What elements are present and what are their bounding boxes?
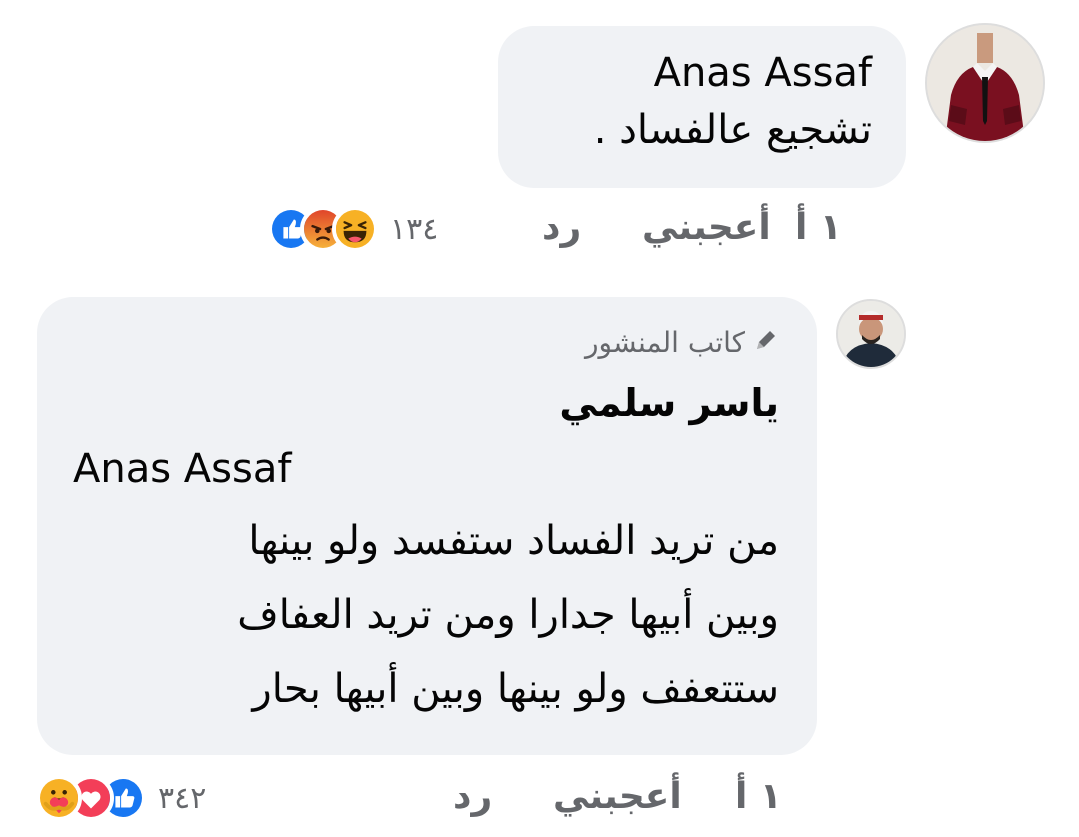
comment-line: وبين أبيها جدارا ومن تريد العفاف [237, 592, 779, 638]
comment-text: تشجيع عالفساد . [593, 107, 872, 153]
comment-author[interactable]: ياسر سلمي [73, 374, 779, 432]
comment-text: من تريد الفساد ستفسد ولو بينها وبين أبيه… [73, 504, 779, 726]
avatar-anas-assaf[interactable] [925, 23, 1045, 143]
comment-line: من تريد الفساد ستفسد ولو بينها [248, 518, 779, 564]
author-badge: كاتب المنشور [73, 323, 779, 364]
avatar-image [838, 301, 904, 367]
care-icon [36, 775, 82, 821]
avatar-yasser-salmi[interactable] [836, 299, 906, 369]
pencil-icon [753, 324, 779, 364]
haha-icon [332, 206, 378, 252]
mention-link[interactable]: Anas Assaf [73, 438, 779, 500]
like-button[interactable]: أعجبني [642, 207, 771, 248]
reply-button[interactable]: رد [453, 776, 492, 817]
reactions-summary[interactable]: ١٣٤ [268, 206, 438, 252]
avatar-image [927, 25, 1043, 141]
reaction-count: ٣٤٢ [158, 780, 207, 816]
reaction-count: ١٣٤ [390, 211, 439, 247]
reply-button[interactable]: رد [542, 207, 581, 248]
comment-bubble-1: Anas Assaf تشجيع عالفساد . [498, 26, 906, 188]
comment-time[interactable]: ١ أ [795, 207, 842, 248]
author-badge-label: كاتب المنشور [585, 326, 745, 359]
comment-bubble-2: كاتب المنشور ياسر سلمي Anas Assaf من تري… [37, 297, 817, 755]
like-button[interactable]: أعجبني [553, 776, 682, 817]
comment-time[interactable]: ١ أ [735, 776, 782, 817]
reactions-summary[interactable]: ٣٤٢ [36, 775, 206, 821]
comment-author[interactable]: Anas Assaf [522, 46, 872, 100]
comment-line: ستتعفف ولو بينها وبين أبيها بحار [252, 666, 779, 712]
